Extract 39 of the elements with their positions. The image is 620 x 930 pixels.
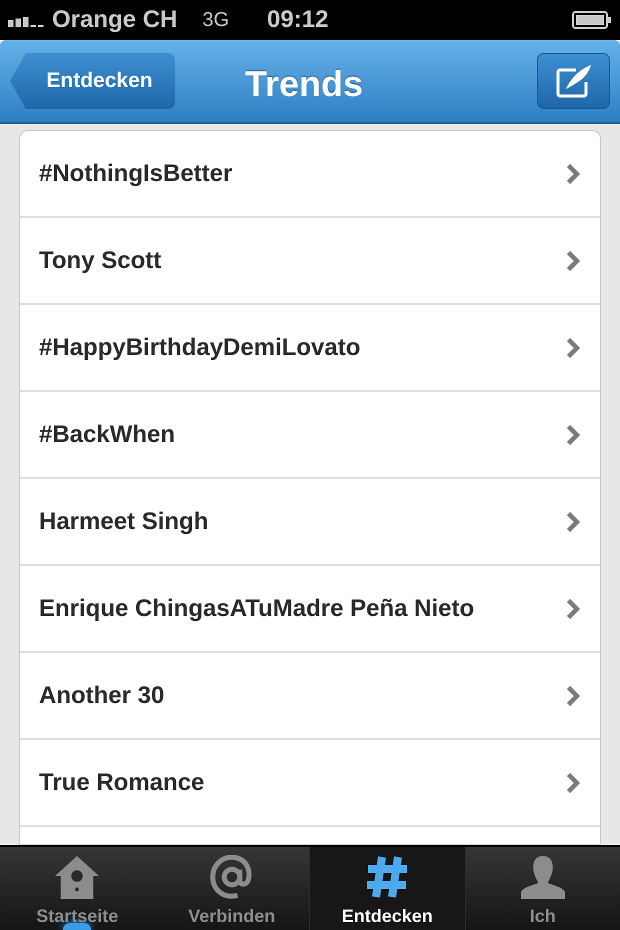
compose-button[interactable] (537, 53, 610, 109)
trend-label: Harmeet Singh (39, 506, 210, 536)
trend-label: Another 30 (39, 680, 166, 710)
tab-bar-item[interactable]: Verbinden (154, 847, 309, 930)
chevron-right-icon (566, 336, 580, 358)
trend-row[interactable]: #HappyBirthdayDemiLovato (20, 305, 600, 392)
trend-row[interactable]: Another 30 (20, 653, 600, 740)
trend-label: #BackWhen (39, 420, 176, 450)
trend-row[interactable]: Tony Scott (20, 218, 600, 305)
trend-row[interactable]: Harmeet Singh (20, 479, 600, 566)
trend-row[interactable]: Enrique ChingasATuMadre Peña Nieto (20, 566, 600, 653)
trend-label: #NothingIsBetter (39, 158, 234, 188)
trend-label: Enrique ChingasATuMadre Peña Nieto (39, 594, 476, 624)
tab-bar-item[interactable]: Startseite (0, 847, 154, 930)
chevron-right-icon (566, 162, 580, 184)
screen-title: Trends (245, 62, 364, 106)
birdhouse-icon (53, 855, 102, 899)
chevron-right-icon (566, 684, 580, 706)
chevron-right-icon (566, 598, 580, 620)
battery-icon (572, 11, 612, 29)
carrier-name: Orange CH (52, 5, 178, 35)
tab-bar-item[interactable]: Entdecken (309, 847, 466, 930)
compose-icon (556, 64, 592, 98)
trend-label: Tony Scott (39, 246, 162, 276)
chevron-right-icon (566, 510, 580, 532)
back-button[interactable]: Entdecken (10, 53, 175, 109)
trend-row[interactable]: True Romance (20, 740, 600, 827)
chevron-right-icon (566, 424, 580, 446)
trend-label: True Romance (39, 768, 206, 798)
clock-time: 09:12 (267, 5, 328, 35)
trend-label: #HappyBirthdayDemiLovato (39, 332, 362, 362)
network-type: 3G (202, 8, 230, 33)
chevron-right-icon (566, 772, 580, 794)
hashtag-icon (365, 855, 410, 899)
tab-bar-item[interactable]: Ich (466, 847, 620, 930)
person-silhouette-icon (518, 855, 567, 899)
chevron-right-icon (566, 250, 580, 272)
trend-row[interactable]: #BackWhen (20, 392, 600, 479)
trend-row[interactable]: #NothingIsBetter (20, 131, 600, 218)
